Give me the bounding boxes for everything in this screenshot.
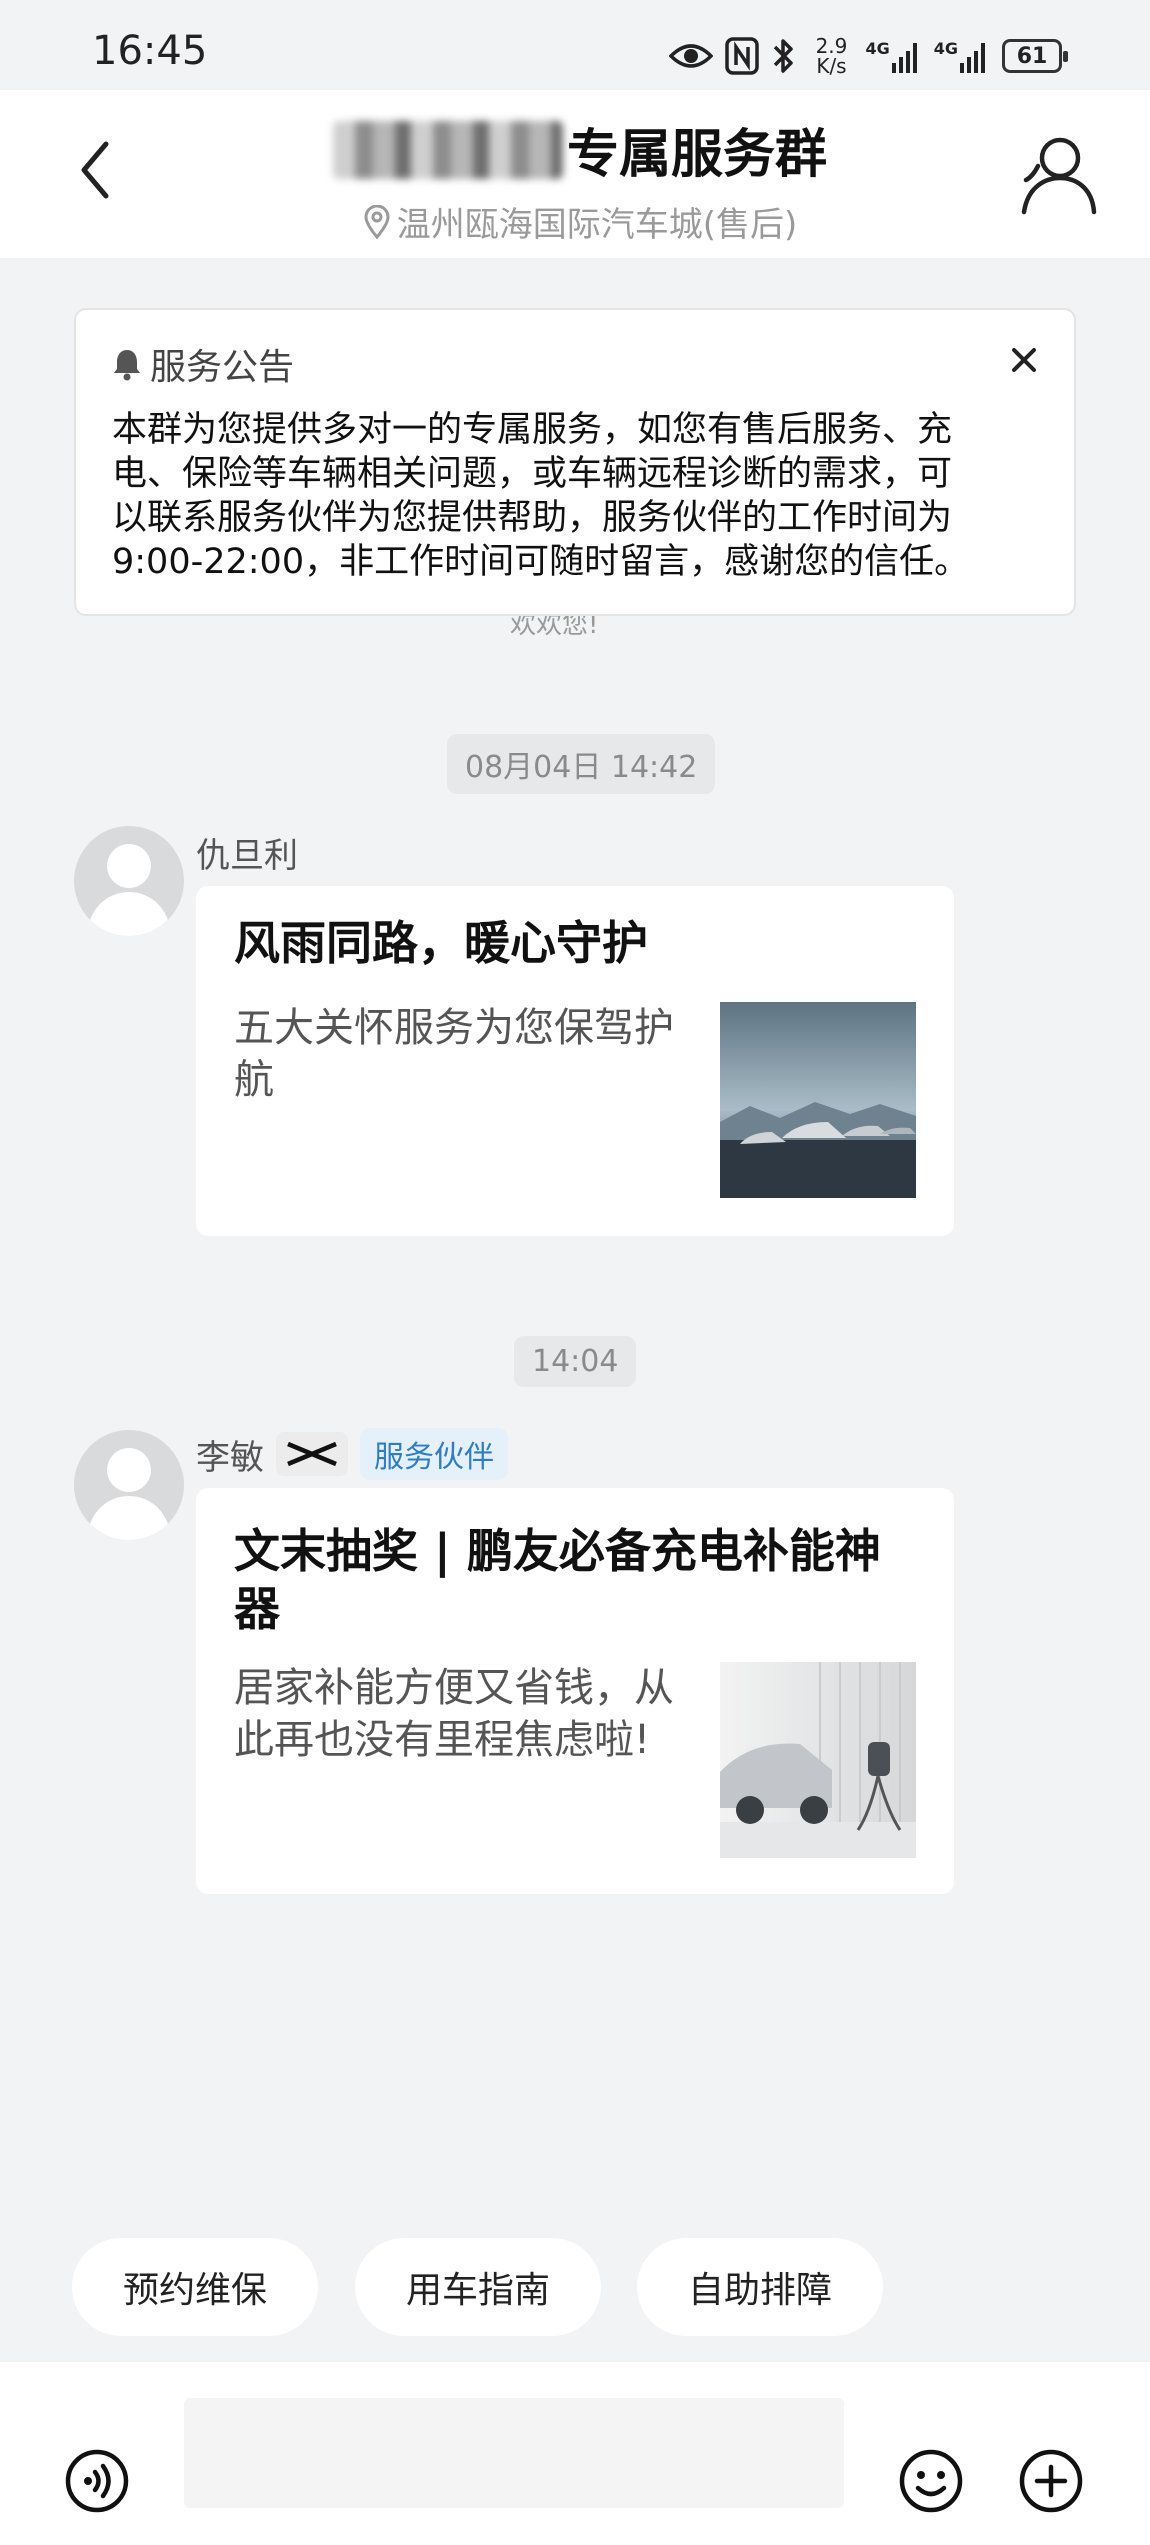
sender-name-text: 李敏 [196,1437,264,1478]
input-bar [0,2362,1150,2545]
message-timestamp: 08月04日 14:42 [447,734,716,794]
service-partner-badge: 服务伙伴 [360,1428,508,1480]
article-card-title: 风雨同路，暖心守护 [234,916,648,970]
quick-action-troubleshoot[interactable]: 自助排障 [637,2238,883,2336]
article-card[interactable]: 风雨同路，暖心守护 五大关怀服务为您保驾护航 [196,886,954,1236]
article-card[interactable]: 文末抽奖 | 鹏友必备充电补能神器 居家补能方便又省钱，从此再也没有里程焦虑啦! [196,1488,954,1894]
avatar[interactable] [74,826,184,936]
suv-charger-image [720,1662,916,1858]
status-icons: 2.9 K/s 4G 4G 61 [669,30,1068,82]
net-speed: 2.9 K/s [809,36,853,76]
announcement-title-text: 服务公告 [150,347,295,388]
header-title-area: 专属服务群 温州瓯海国际汽车城(售后) [290,112,870,246]
emoji-icon[interactable] [898,2448,964,2514]
status-time: 16:45 [92,28,208,74]
chat-header: 专属服务群 温州瓯海国际汽车城(售后) [0,90,1150,258]
signal-bars-icon [891,43,917,73]
battery-level: 61 [1016,43,1048,69]
battery-icon: 61 [1002,39,1068,73]
group-location-text: 温州瓯海国际汽车城(售后) [396,205,798,245]
close-icon[interactable] [1004,340,1044,380]
message-input[interactable] [184,2398,844,2508]
eye-icon [669,44,714,68]
announcement-title: 服务公告 [112,338,1038,390]
back-arrow-icon[interactable] [62,130,132,210]
signal-1-label: 4G [865,39,890,58]
sender-name: 李敏 服务伙伴 [196,1428,508,1480]
announcement-line: 本群为您提供多对一的专属服务，如您有售后服务、充 [112,410,953,450]
net-speed-unit: K/s [816,54,847,78]
signal-1: 4G [865,39,921,73]
add-more-icon[interactable] [1018,2448,1084,2514]
group-members-icon[interactable] [1012,130,1102,220]
brand-logo-icon [276,1432,348,1476]
quick-action-maintenance[interactable]: 预约维保 [72,2238,318,2336]
sender-name: 仇旦利 [196,828,298,877]
article-card-description: 五大关怀服务为您保驾护航 [234,1005,674,1103]
signal-2-label: 4G [933,39,958,58]
group-location: 温州瓯海国际汽车城(售后) [290,197,870,246]
sender-name-text: 仇旦利 [196,836,298,876]
voice-input-icon[interactable] [64,2448,130,2514]
service-announcement: 服务公告 本群为您提供多对一的专属服务，如您有售后服务、充 电、保险等车辆相关问… [74,308,1076,616]
nfc-icon [725,37,760,75]
signal-bars-icon [960,43,985,73]
suvs-landscape-image [720,1002,916,1198]
signal-2: 4G [934,39,990,73]
announcement-line: 电、保险等车辆相关问题，或车辆远程诊断的需求，可 [112,454,953,494]
quick-action-guide[interactable]: 用车指南 [355,2238,601,2336]
avatar[interactable] [74,1430,184,1540]
group-title-text: 专属服务群 [566,125,827,185]
article-card-title: 文末抽奖 | 鹏友必备充电补能神器 [234,1524,881,1636]
announcement-body: 本群为您提供多对一的专属服务，如您有售后服务、充 电、保险等车辆相关问题，或车辆… [112,408,1038,584]
announcement-line: 9:00-22:00，非工作时间可随时留言，感谢您的信任。 [112,542,970,582]
message-timestamp: 14:04 [514,1336,637,1387]
redacted-name [332,120,563,179]
bell-icon [114,350,140,381]
bluetooth-icon [774,39,794,73]
net-speed-value: 2.9 [815,34,848,58]
announcement-line: 以联系服务伙伴为您提供帮助，服务伙伴的工作时间为 [112,498,953,538]
article-card-description: 居家补能方便又省钱，从此再也没有里程焦虑啦! [234,1665,674,1763]
location-pin-icon [364,204,390,239]
status-bar: 16:45 2.9 K/s 4G 4G 61 [0,0,1150,90]
group-title: 专属服务群 [290,112,870,187]
